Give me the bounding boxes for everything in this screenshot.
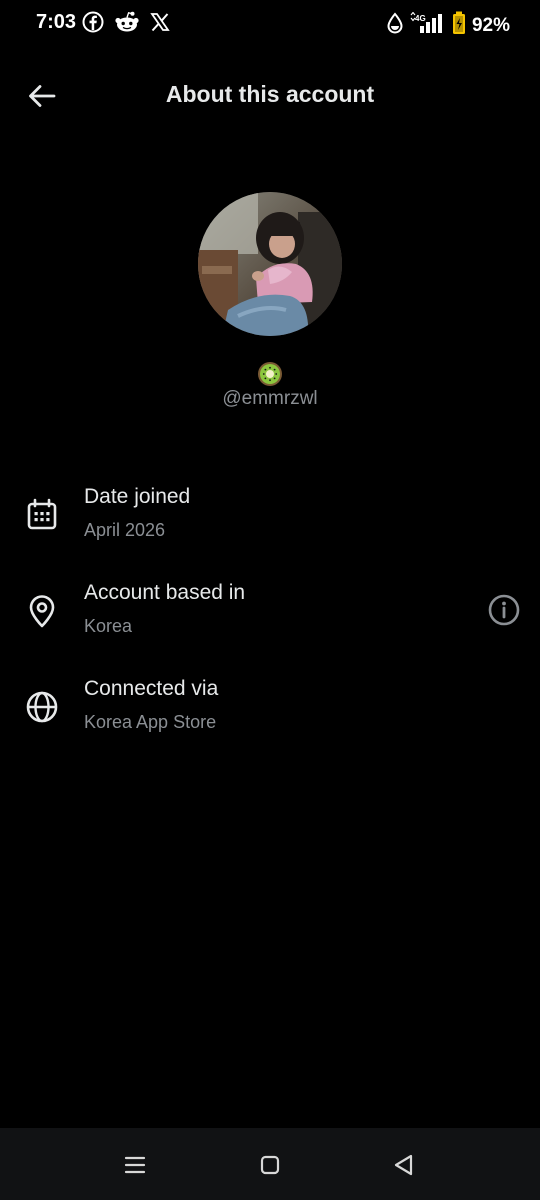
account-location-info-button[interactable]	[486, 592, 522, 628]
info-row-connected-via: Connected via Korea App Store	[0, 675, 540, 755]
info-value: Korea App Store	[84, 712, 217, 732]
back-icon	[394, 1154, 413, 1176]
location-pin-icon	[29, 595, 55, 628]
info-label: Account based in	[84, 581, 246, 604]
network-type: 4G	[415, 14, 426, 23]
status-bar: 7:03 4G 92%	[0, 0, 540, 48]
info-icon	[488, 594, 520, 626]
home-icon	[260, 1155, 280, 1175]
info-label: Connected via	[84, 677, 219, 700]
home-button[interactable]	[255, 1150, 285, 1180]
avatar-photo	[198, 192, 342, 336]
battery-percent: 92%	[471, 14, 510, 36]
signal-icon: 4G	[410, 11, 446, 39]
system-navigation-bar	[0, 1128, 540, 1200]
globe-icon	[26, 691, 58, 723]
recents-icon	[124, 1156, 146, 1174]
kiwi-icon	[258, 362, 282, 386]
x-icon	[150, 12, 170, 32]
profile-handle: @emmrzwl	[222, 388, 318, 409]
system-back-button[interactable]	[389, 1150, 419, 1180]
info-row-account-based-in: Account based in Korea	[0, 579, 540, 659]
facebook-icon	[82, 11, 104, 33]
data-saver-icon	[386, 12, 404, 39]
status-time: 7:03	[36, 11, 77, 33]
page-title: About this account	[165, 81, 375, 107]
calendar-icon	[27, 498, 57, 530]
info-row-date-joined: Date joined April 2026	[0, 483, 540, 563]
battery-icon	[452, 11, 466, 40]
info-value: April 2026	[84, 520, 166, 540]
system-status-icons: 4G 92%	[386, 11, 510, 40]
top-app-bar: About this account	[0, 66, 540, 126]
info-value: Korea	[84, 616, 133, 636]
recents-button[interactable]	[120, 1150, 150, 1180]
avatar	[198, 192, 342, 336]
notification-icons	[82, 11, 170, 33]
info-label: Date joined	[84, 485, 191, 508]
reddit-icon	[114, 11, 140, 33]
